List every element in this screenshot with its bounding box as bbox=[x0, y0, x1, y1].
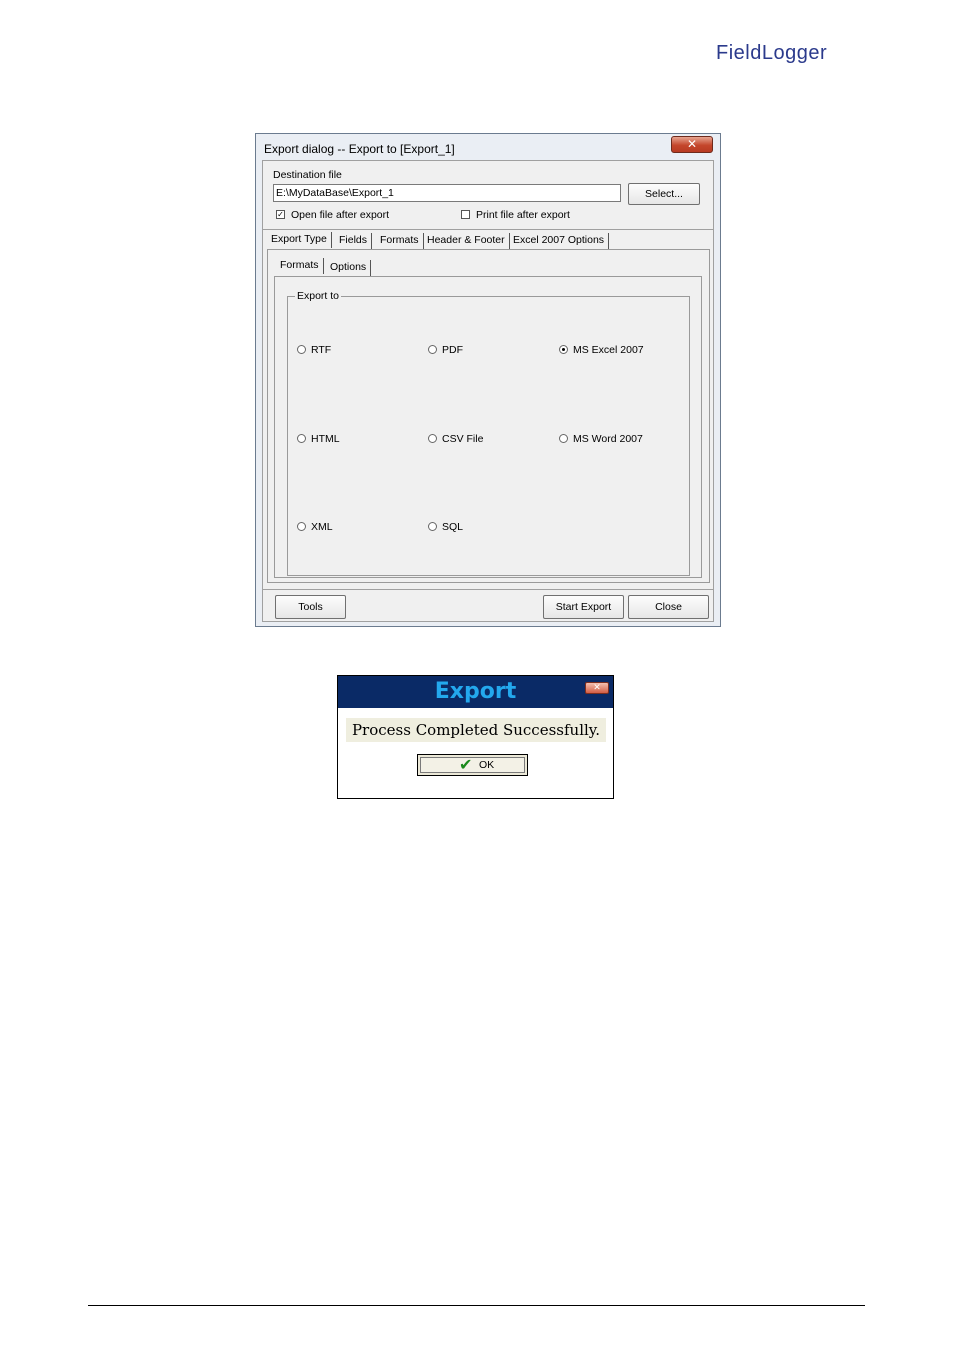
message-text: Process Completed Successfully. bbox=[346, 718, 606, 742]
ok-button[interactable]: ✔ OK bbox=[417, 754, 528, 776]
radio-pdf[interactable] bbox=[428, 345, 437, 354]
radio-html[interactable] bbox=[297, 434, 306, 443]
label-rtf: RTF bbox=[311, 344, 332, 356]
radio-ms-excel-2007[interactable] bbox=[559, 345, 568, 354]
bottom-divider bbox=[263, 589, 713, 590]
export-message-box: Export ✕ Process Completed Successfully.… bbox=[337, 675, 614, 799]
checkmark-icon: ✔ bbox=[459, 755, 473, 774]
print-after-export-label: Print file after export bbox=[476, 209, 570, 221]
tab-page-export-type: Formats Options Export to RTF PDF MS Exc… bbox=[267, 249, 710, 583]
open-after-export-checkbox[interactable]: ✓ bbox=[276, 210, 285, 219]
label-ms-excel-2007: MS Excel 2007 bbox=[573, 344, 644, 356]
radio-csv-file[interactable] bbox=[428, 434, 437, 443]
label-html: HTML bbox=[311, 433, 340, 445]
label-pdf: PDF bbox=[442, 344, 463, 356]
formats-page: Export to RTF PDF MS Excel 2007 HTML CSV… bbox=[274, 276, 702, 578]
label-xml: XML bbox=[311, 521, 333, 533]
export-dialog: Export dialog -- Export to [Export_1] ✕ … bbox=[255, 133, 721, 627]
subtab-options[interactable]: Options bbox=[326, 260, 372, 276]
label-ms-word-2007: MS Word 2007 bbox=[573, 433, 643, 445]
tab-excel-2007-options[interactable]: Excel 2007 Options bbox=[509, 233, 610, 249]
tab-header-footer[interactable]: Header & Footer bbox=[423, 233, 510, 249]
tab-export-type[interactable]: Export Type bbox=[267, 232, 332, 248]
subtab-formats[interactable]: Formats bbox=[276, 258, 324, 274]
tab-divider bbox=[263, 229, 713, 230]
radio-ms-word-2007[interactable] bbox=[559, 434, 568, 443]
ok-button-face: ✔ OK bbox=[420, 755, 525, 774]
close-icon[interactable]: ✕ bbox=[585, 682, 609, 694]
label-csv-file: CSV File bbox=[442, 433, 484, 445]
tab-fields[interactable]: Fields bbox=[335, 233, 373, 249]
label-sql: SQL bbox=[442, 521, 464, 533]
fieldlogger-logo: FieldLogger bbox=[716, 42, 828, 64]
footer-divider bbox=[88, 1305, 865, 1306]
radio-sql[interactable] bbox=[428, 522, 437, 531]
dialog-client: Destination file E:\MyDataBase\Export_1 … bbox=[262, 160, 714, 622]
print-after-export-checkbox[interactable] bbox=[461, 210, 470, 219]
message-title: Export bbox=[434, 679, 517, 704]
radio-rtf[interactable] bbox=[297, 345, 306, 354]
export-to-label: Export to bbox=[295, 290, 342, 302]
tools-button[interactable]: Tools bbox=[275, 595, 346, 619]
tab-formats[interactable]: Formats bbox=[376, 233, 424, 249]
destination-input[interactable]: E:\MyDataBase\Export_1 bbox=[273, 184, 621, 202]
open-after-export-label: Open file after export bbox=[291, 209, 390, 221]
start-export-button[interactable]: Start Export bbox=[543, 595, 624, 619]
ok-label: OK bbox=[479, 759, 495, 771]
destination-label: Destination file bbox=[273, 169, 342, 181]
close-icon[interactable]: ✕ bbox=[671, 136, 713, 153]
dialog-title: Export dialog -- Export to [Export_1] bbox=[264, 142, 455, 156]
select-button[interactable]: Select... bbox=[628, 183, 700, 205]
close-button[interactable]: Close bbox=[628, 595, 709, 619]
radio-xml[interactable] bbox=[297, 522, 306, 531]
